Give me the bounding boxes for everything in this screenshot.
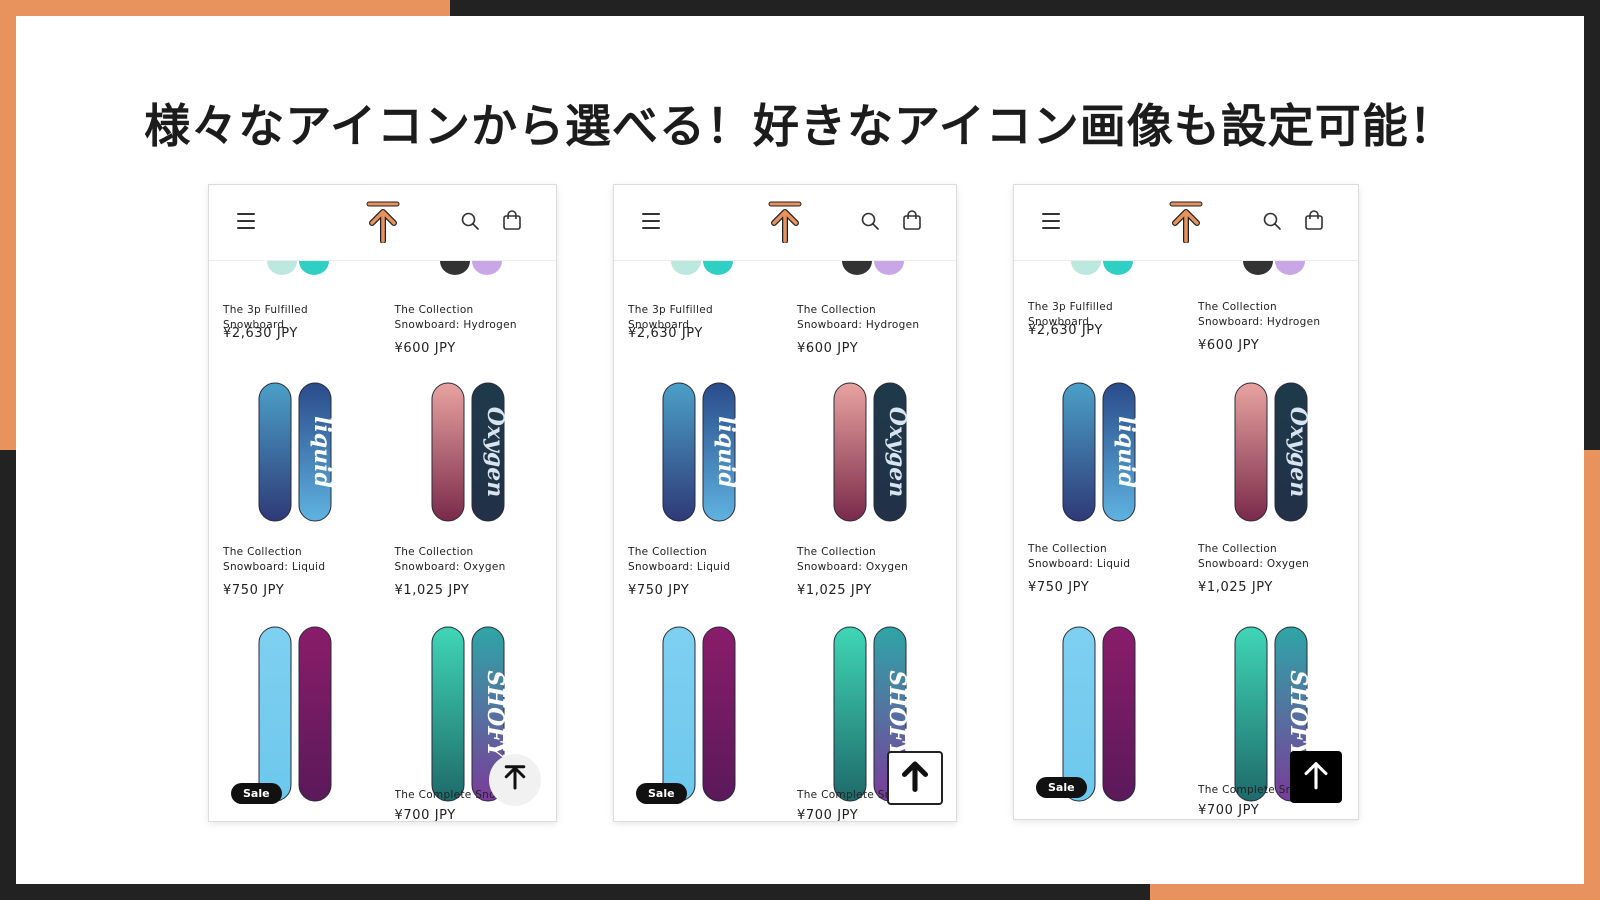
search-icon[interactable] [460, 211, 480, 231]
phone-mockup-1: The 3p Fulfilled Snowboard ¥2,630 JPY The … [209, 185, 556, 821]
product-image[interactable]: Oxygen [1227, 381, 1317, 527]
product-price: ¥700 JPY [1198, 803, 1260, 818]
product-title[interactable]: The Collection Snowboard: Hydrogen [395, 303, 543, 333]
product-price: ¥2,630 JPY [628, 326, 703, 341]
product-price: ¥2,630 JPY [223, 326, 298, 341]
cart-icon[interactable] [1304, 210, 1324, 231]
product-price: ¥600 JPY [1198, 338, 1260, 353]
sale-badge: Sale [636, 783, 687, 804]
product-price: ¥600 JPY [394, 341, 456, 356]
arrow-up-icon [500, 763, 530, 797]
product-image[interactable] [251, 625, 341, 807]
accent-corner-top [0, 0, 450, 16]
svg-text:liquid: liquid [309, 416, 335, 488]
product-image[interactable] [655, 625, 745, 807]
product-title[interactable]: The Collection Snowboard: Oxygen [1198, 542, 1344, 572]
headline: 様々なアイコンから選べる！好きなアイコン画像も設定可能！ [144, 99, 1456, 153]
product-title[interactable]: The Collection Snowboard: Oxygen [395, 545, 543, 575]
product-price: ¥2,630 JPY [1028, 323, 1103, 338]
store-header [1014, 185, 1358, 261]
arrow-to-top-logo-icon[interactable] [768, 201, 802, 244]
accent-corner-left [0, 0, 16, 450]
arrow-to-top-logo-icon[interactable] [366, 201, 400, 244]
cart-icon[interactable] [902, 210, 922, 231]
product-price: ¥600 JPY [797, 341, 859, 356]
svg-text:Oxygen: Oxygen [884, 407, 910, 497]
svg-text:SHOFY: SHOFY [884, 670, 910, 759]
accent-corner-right [1584, 450, 1600, 900]
product-image[interactable]: liquid [251, 381, 341, 527]
back-to-top-button[interactable] [1290, 751, 1342, 803]
product-title[interactable]: The Collection Snowboard: Oxygen [797, 545, 942, 575]
svg-text:SHOFY: SHOFY [1285, 670, 1311, 759]
arrow-up-icon [1299, 758, 1333, 796]
product-image[interactable]: liquid [1055, 381, 1145, 527]
svg-text:Oxygen: Oxygen [1285, 407, 1311, 497]
product-price: ¥1,025 JPY [797, 583, 872, 598]
product-price: ¥1,025 JPY [1198, 580, 1273, 595]
product-title[interactable]: The Collection Snowboard: Hydrogen [797, 303, 942, 333]
product-image[interactable]: Oxygen [424, 381, 514, 527]
back-to-top-button[interactable] [489, 754, 541, 806]
svg-text:Oxygen: Oxygen [482, 407, 508, 497]
product-price: ¥750 JPY [628, 583, 690, 598]
product-title[interactable]: The Collection Snowboard: Liquid [1028, 542, 1174, 572]
product-price: ¥1,025 JPY [394, 583, 470, 598]
product-title[interactable]: The Collection Snowboard: Hydrogen [1198, 300, 1344, 330]
hamburger-menu-icon[interactable] [1042, 213, 1060, 229]
product-image[interactable]: liquid [655, 381, 745, 527]
product-image[interactable]: Oxygen [826, 381, 916, 527]
arrow-up-icon [897, 758, 933, 798]
arrow-to-top-logo-icon[interactable] [1169, 201, 1203, 244]
hamburger-menu-icon[interactable] [237, 213, 255, 229]
store-header [614, 185, 956, 261]
svg-text:SHOFY: SHOFY [482, 670, 508, 759]
cart-icon[interactable] [502, 210, 522, 231]
back-to-top-button[interactable] [887, 751, 943, 805]
phone-mockup-2: The 3p Fulfilled Snowboard ¥2,630 JPY The … [614, 185, 956, 821]
svg-text:liquid: liquid [713, 416, 739, 488]
product-title[interactable]: The Collection Snowboard: Liquid [223, 545, 371, 575]
sale-badge: Sale [1036, 777, 1087, 798]
search-icon[interactable] [1262, 211, 1282, 231]
product-title[interactable]: The Collection Snowboard: Liquid [628, 545, 773, 575]
store-header [209, 185, 556, 261]
svg-text:liquid: liquid [1113, 416, 1139, 488]
sale-badge: Sale [231, 783, 282, 804]
product-price: ¥700 JPY [797, 808, 859, 821]
hamburger-menu-icon[interactable] [642, 213, 660, 229]
phone-mockup-3: The 3p Fulfilled Snowboard ¥2,630 JPY The … [1014, 185, 1358, 819]
product-price: ¥700 JPY [394, 808, 456, 821]
product-price: ¥750 JPY [1028, 580, 1090, 595]
product-title[interactable]: The Complete Snowboard [395, 788, 507, 803]
accent-corner-bottom [1150, 884, 1600, 900]
product-price: ¥750 JPY [223, 583, 285, 598]
search-icon[interactable] [860, 211, 880, 231]
